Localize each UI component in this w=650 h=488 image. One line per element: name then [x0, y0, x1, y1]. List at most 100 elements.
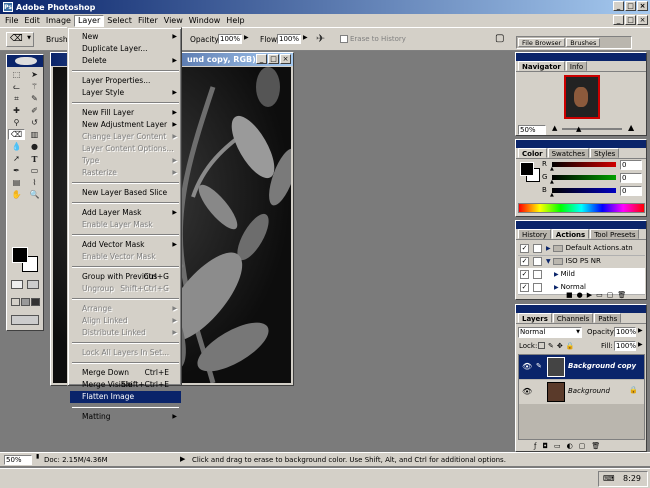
zoom-slider-thumb-icon[interactable]: ▲ — [576, 125, 581, 133]
flow-arrow-icon[interactable]: ▶ — [303, 34, 308, 41]
toggle-item-checkbox[interactable]: ✓ — [520, 257, 529, 266]
layers-opacity-input[interactable]: 100% — [614, 327, 636, 337]
lock-all-icon[interactable]: 🔒 — [566, 342, 575, 350]
maximize-button[interactable]: □ — [625, 1, 636, 11]
eye-icon[interactable]: 👁 — [522, 387, 532, 396]
doc-win-close-button[interactable]: × — [280, 54, 291, 64]
tab-channels[interactable]: Channels — [552, 313, 594, 323]
play-icon[interactable]: ▶ — [587, 291, 592, 299]
eye-icon[interactable]: 👁 — [522, 362, 532, 371]
brush-icon[interactable]: ✐ — [26, 105, 43, 116]
menu-item-add-layer-mask[interactable]: Add Layer Mask ▶ — [70, 207, 181, 219]
action-row[interactable]: ✓ ▶ Default Actions.atn — [518, 242, 645, 256]
menu-file[interactable]: File — [2, 15, 21, 27]
trash-icon[interactable]: 🗑 — [591, 442, 600, 450]
close-button[interactable]: × — [637, 1, 648, 11]
marquee-icon[interactable]: ⬚ — [8, 69, 25, 80]
tab-tool-presets[interactable]: Tool Presets — [590, 229, 640, 239]
layer-row-background[interactable]: 👁 Background 🔒 — [519, 380, 644, 404]
blend-mode-select[interactable]: Normal ▼ — [518, 327, 582, 338]
dialog-toggle-icon[interactable] — [533, 244, 542, 253]
screen-mode-full-menu-icon[interactable] — [21, 298, 30, 306]
channel-slider[interactable] — [552, 188, 616, 193]
record-icon[interactable]: ● — [577, 291, 583, 299]
menu-item-flatten-image[interactable]: Flatten Image — [70, 391, 181, 403]
menu-item-distribute-linked[interactable]: Distribute Linked ▶ — [70, 327, 181, 339]
shape-icon[interactable]: ▭ — [26, 165, 43, 176]
minimize-button[interactable]: _ — [613, 1, 624, 11]
menu-item-rasterize[interactable]: Rasterize ▶ — [70, 167, 181, 179]
slider-thumb-icon[interactable]: ▲ — [550, 179, 554, 185]
menu-item-layer-style[interactable]: Layer Style ▶ — [70, 87, 181, 99]
menu-item-layer-content-options[interactable]: Layer Content Options... — [70, 143, 181, 155]
menu-item-enable-vector-mask[interactable]: Enable Vector Mask — [70, 251, 181, 263]
tab-info[interactable]: Info — [565, 61, 588, 71]
toggle-item-checkbox[interactable]: ✓ — [520, 270, 529, 279]
zoom-icon[interactable]: 🔍 — [26, 189, 43, 200]
hand-icon[interactable]: ✋ — [8, 189, 25, 200]
lock-paint-icon[interactable]: ✎ — [548, 342, 554, 350]
tray-icon[interactable]: ⌨ — [603, 474, 615, 483]
new-layer-icon[interactable]: ▢ — [579, 442, 586, 450]
history-brush-icon[interactable]: ↺ — [26, 117, 43, 128]
layer-row-background-copy[interactable]: 👁 ✎ Background copy — [519, 355, 644, 379]
dialog-toggle-icon[interactable] — [533, 270, 542, 279]
layer-style-icon[interactable]: ƒ — [534, 442, 536, 450]
menu-view[interactable]: View — [161, 15, 186, 27]
tab-swatches[interactable]: Swatches — [547, 148, 590, 158]
palette-well-icon[interactable]: ▢ — [495, 33, 504, 44]
standard-mode-icon[interactable] — [11, 280, 23, 289]
blur-icon[interactable]: 💧 — [8, 141, 25, 152]
slice-icon[interactable]: ✎ — [26, 93, 43, 104]
opacity-arrow-icon[interactable]: ▶ — [244, 34, 249, 41]
new-action-icon[interactable]: ▢ — [607, 291, 614, 299]
menu-filter[interactable]: Filter — [135, 15, 161, 27]
menu-window[interactable]: Window — [186, 15, 224, 27]
tab-history[interactable]: History — [518, 229, 551, 239]
menu-item-merge-down[interactable]: Merge Down Ctrl+E — [70, 367, 181, 379]
menu-item-matting[interactable]: Matting ▶ — [70, 411, 181, 423]
doc-close-button[interactable]: × — [637, 15, 648, 25]
menu-item-align-linked[interactable]: Align Linked ▶ — [70, 315, 181, 327]
menu-item-new-adjustment-layer[interactable]: New Adjustment Layer ▶ — [70, 119, 181, 131]
lock-move-icon[interactable]: ✥ — [557, 342, 563, 350]
menu-item-delete[interactable]: Delete ▶ — [70, 55, 181, 67]
stamp-icon[interactable]: ⚲ — [8, 117, 25, 128]
channel-value-input[interactable]: 0 — [620, 186, 642, 196]
tab-navigator[interactable]: Navigator — [518, 61, 565, 71]
menu-item-arrange[interactable]: Arrange ▶ — [70, 303, 181, 315]
fill-input[interactable]: 100% — [614, 341, 636, 351]
jump-to-imageready-icon[interactable] — [11, 315, 39, 325]
notes-icon[interactable]: ▤ — [8, 177, 25, 188]
dialog-toggle-icon[interactable] — [533, 257, 542, 266]
menu-item-merge-visible[interactable]: Merge Visible Shift+Ctrl+E — [70, 379, 181, 391]
action-row[interactable]: ✓ ▶ Mild — [518, 268, 645, 282]
navigator-titlebar[interactable] — [516, 53, 646, 61]
menu-item-group-with-previous[interactable]: Group with Previous Ctrl+G — [70, 271, 181, 283]
status-zoom-input[interactable]: 50% — [4, 455, 32, 465]
status-menu-arrow-icon[interactable]: ▶ — [180, 455, 185, 463]
menu-item-layer-properties[interactable]: Layer Properties... — [70, 75, 181, 87]
color-ramp[interactable] — [518, 203, 645, 213]
brushes-tab[interactable]: Brushes — [566, 38, 601, 47]
trash-icon[interactable]: 🗑 — [617, 291, 626, 299]
slider-thumb-icon[interactable]: ▲ — [550, 192, 554, 198]
zoom-out-icon[interactable]: ▲ — [552, 124, 557, 132]
tool-preset-picker[interactable]: ⌫ ▼ — [6, 32, 34, 47]
toggle-item-checkbox[interactable]: ✓ — [520, 244, 529, 253]
navigator-zoom-slider[interactable] — [562, 128, 622, 130]
toggle-item-checkbox[interactable]: ✓ — [520, 283, 529, 292]
menu-image[interactable]: Image — [43, 15, 74, 27]
crop-icon[interactable]: ⌗ — [8, 93, 25, 104]
airbrush-icon[interactable]: ✈ — [316, 32, 325, 45]
channel-slider[interactable] — [552, 162, 616, 167]
navigator-zoom-input[interactable]: 50% — [518, 125, 546, 135]
add-mask-icon[interactable]: ◘ — [542, 442, 548, 450]
dialog-toggle-icon[interactable] — [533, 283, 542, 292]
quickmask-mode-icon[interactable] — [27, 280, 39, 289]
menu-layer[interactable]: Layer — [73, 14, 105, 27]
menu-item-add-vector-mask[interactable]: Add Vector Mask ▶ — [70, 239, 181, 251]
heal-icon[interactable]: ✚ — [8, 105, 25, 116]
type-icon[interactable]: T — [26, 153, 43, 164]
path-select-icon[interactable]: ➚ — [8, 153, 25, 164]
